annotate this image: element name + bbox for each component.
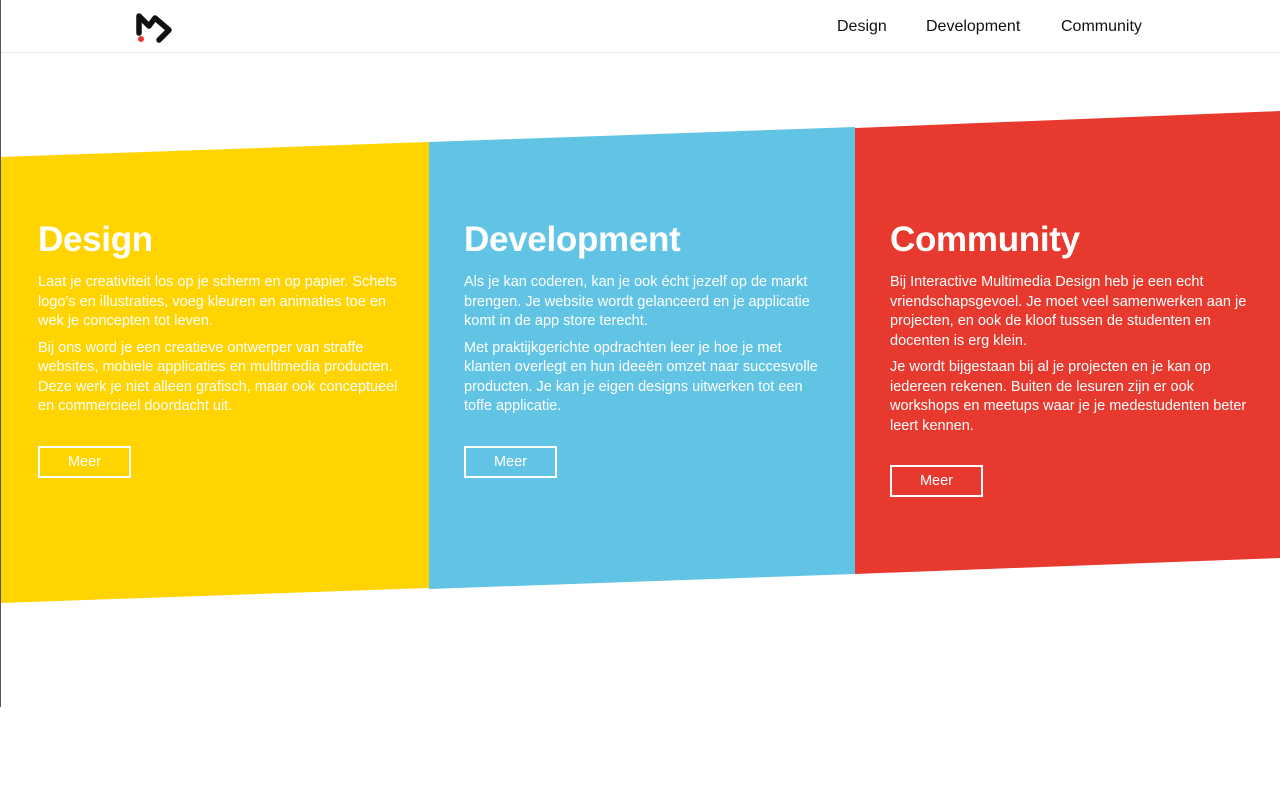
community-section: Community Bij Interactive Multimedia Des… [890,220,1250,497]
development-paragraph-1: Als je kan coderen, kan je ook écht jeze… [464,274,810,329]
development-title: Development [464,220,681,259]
nav-link-design[interactable]: Design [837,0,887,53]
community-title: Community [890,220,1080,259]
design-meer-button[interactable]: Meer [38,445,131,478]
nav-link-community[interactable]: Community [1061,0,1142,53]
development-paragraph-2: Met praktijkgerichte opdrachten leer je … [464,339,818,415]
design-paragraph-1: Laat je creativiteit los op je scherm en… [38,274,397,329]
community-meer-button[interactable]: Meer [890,465,983,497]
page-frame: Design Development Community Design Laat… [0,0,1280,707]
community-paragraph-2: Je wordt bijgestaan bij al je projecten … [890,359,1247,434]
development-section: Development Als je kan coderen, kan je o… [464,220,832,478]
design-paragraph-2: Bij ons word je een creatieve ontwerper … [38,339,398,415]
development-meer-button[interactable]: Meer [464,445,557,478]
design-section: Design Laat je creativiteit los op je sc… [38,220,406,478]
design-title: Design [38,220,153,259]
nav-link-development[interactable]: Development [926,0,1020,53]
top-navigation-bar: Design Development Community [1,0,1280,53]
m-logo-icon[interactable] [135,10,177,44]
community-paragraph-1: Bij Interactive Multimedia Design heb je… [890,274,1247,349]
